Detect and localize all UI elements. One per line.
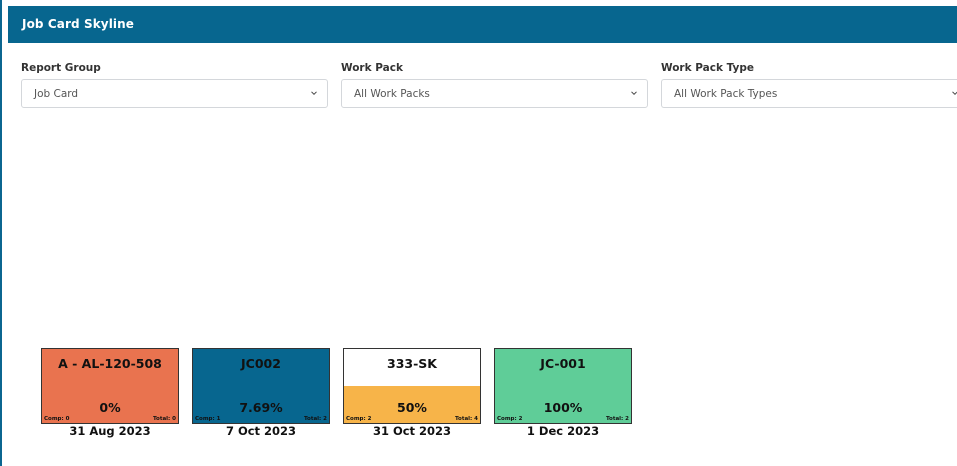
work-pack-select[interactable]: All Work Packs bbox=[341, 79, 648, 108]
job-card-percent: 100% bbox=[543, 400, 583, 415]
job-card-comp: Comp: 0 bbox=[44, 416, 70, 422]
job-card-percent: 7.69% bbox=[239, 400, 283, 415]
job-card-code: JC-001 bbox=[540, 356, 586, 371]
job-card-code: A - AL-120-508 bbox=[58, 356, 162, 371]
report-group-label: Report Group bbox=[21, 62, 101, 74]
job-card-comp: Comp: 2 bbox=[497, 416, 523, 422]
job-card-percent: 50% bbox=[397, 400, 427, 415]
job-card-total: Total: 2 bbox=[304, 416, 327, 422]
job-card-total: Total: 0 bbox=[153, 416, 176, 422]
report-group-value: Job Card bbox=[34, 88, 79, 100]
work-pack-type-label: Work Pack Type bbox=[661, 62, 754, 74]
chevron-down-icon bbox=[631, 91, 637, 96]
job-card-date: 7 Oct 2023 bbox=[225, 424, 297, 438]
work-pack-label: Work Pack bbox=[341, 62, 403, 74]
job-card-code: 333-SK bbox=[387, 356, 437, 371]
work-pack-value: All Work Packs bbox=[354, 88, 430, 100]
job-card-date: 31 Oct 2023 bbox=[372, 424, 452, 438]
report-group-select[interactable]: Job Card bbox=[21, 79, 328, 108]
work-pack-type-value: All Work Pack Types bbox=[674, 88, 778, 100]
page-title: Job Card Skyline bbox=[22, 17, 135, 31]
job-card-total: Total: 2 bbox=[606, 416, 629, 422]
job-card-total: Total: 4 bbox=[455, 416, 478, 422]
job-card-tile[interactable]: A - AL-120-508 0% Comp: 0 Total: 0 bbox=[41, 348, 179, 424]
job-card-tile[interactable]: JC-001 100% Comp: 2 Total: 2 bbox=[494, 348, 632, 424]
job-card-comp: Comp: 1 bbox=[195, 416, 221, 422]
chevron-down-icon bbox=[311, 91, 317, 96]
job-card-date: 1 Dec 2023 bbox=[526, 424, 600, 438]
panel-header: Job Card Skyline bbox=[8, 6, 957, 43]
job-card-tile[interactable]: 333-SK 50% Comp: 2 Total: 4 bbox=[343, 348, 481, 424]
job-card-comp: Comp: 2 bbox=[346, 416, 372, 422]
job-card-percent: 0% bbox=[99, 400, 121, 415]
work-pack-type-select[interactable]: All Work Pack Types bbox=[661, 79, 957, 108]
job-card-date: 31 Aug 2023 bbox=[69, 424, 151, 438]
skyline-panel: Job Card Skyline Report Group Job Card W… bbox=[0, 0, 957, 466]
job-card-tile[interactable]: JC002 7.69% Comp: 1 Total: 2 bbox=[192, 348, 330, 424]
chevron-down-icon bbox=[952, 91, 957, 96]
job-card-code: JC002 bbox=[241, 356, 281, 371]
